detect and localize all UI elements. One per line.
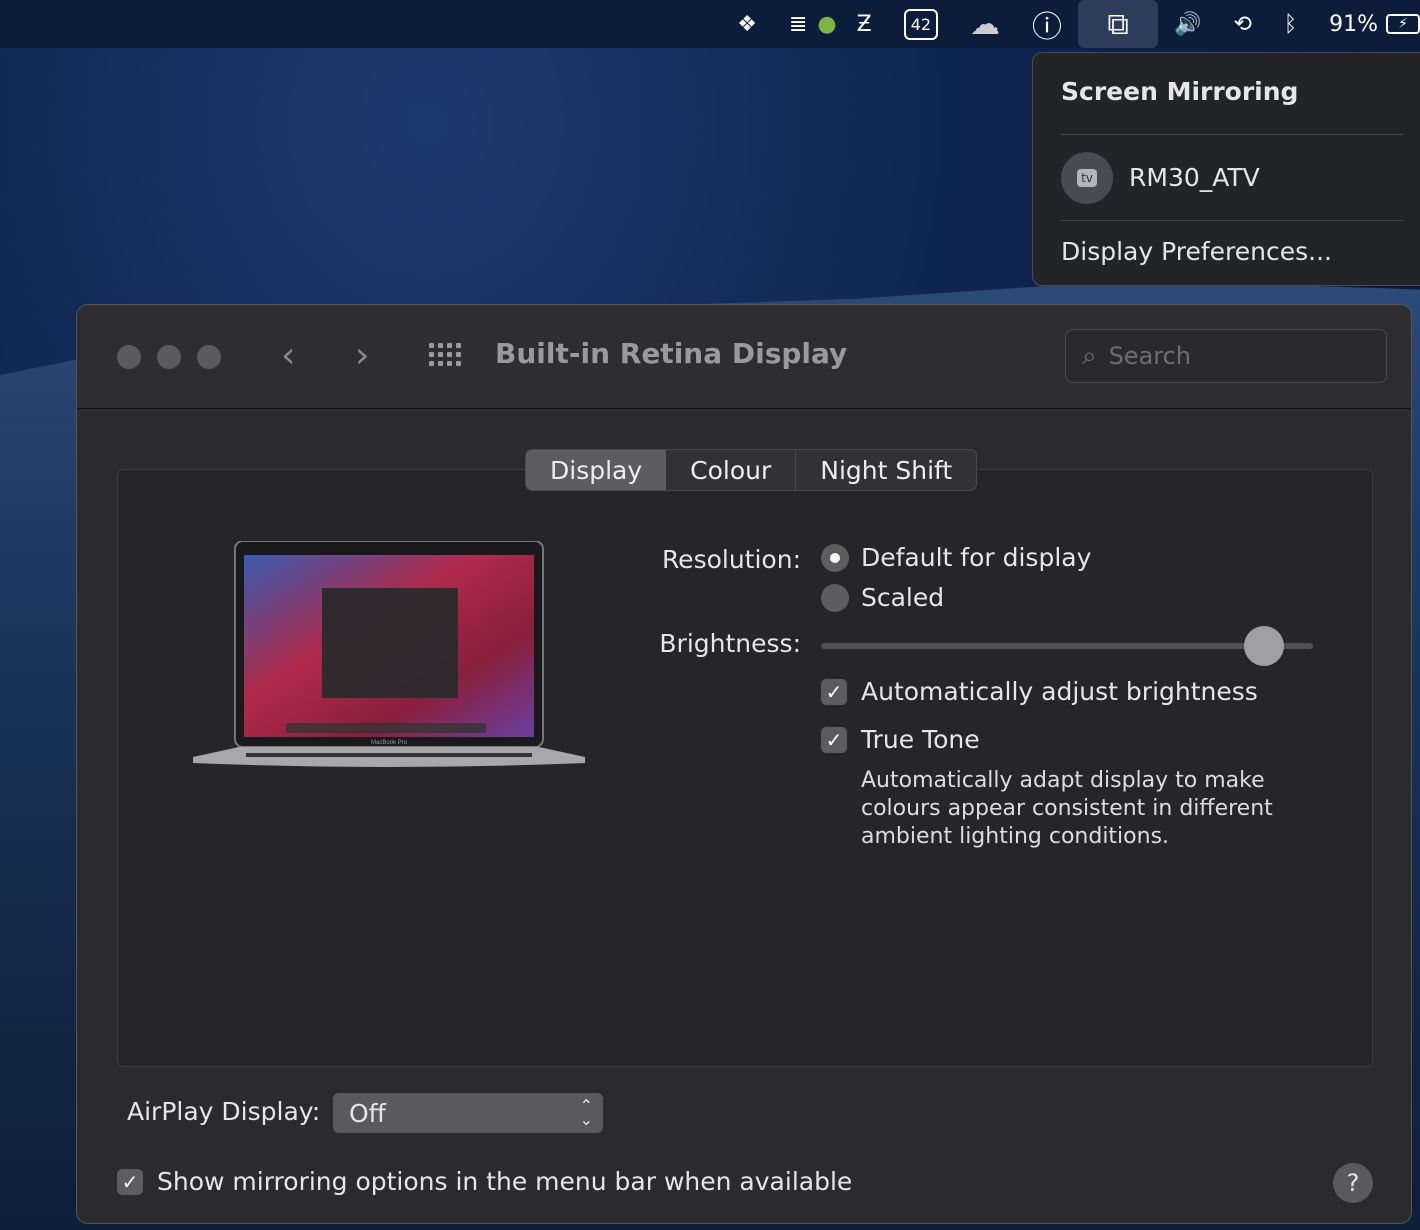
checkbox-label: Automatically adjust brightness (861, 677, 1258, 706)
resolution-label: Resolution: (661, 545, 801, 574)
brightness-slider[interactable] (821, 626, 1313, 666)
laptop-model-label: MacBook Pro (371, 740, 408, 746)
tab-bar: Display Colour Night Shift (525, 449, 978, 491)
airplay-value: Off (349, 1098, 386, 1128)
airplay-label: AirPlay Display: (127, 1097, 321, 1126)
help-button[interactable]: ? (1333, 1163, 1373, 1203)
resolution-scaled-radio[interactable]: Scaled (821, 583, 944, 612)
volume-icon[interactable]: 🔊 (1158, 0, 1217, 48)
screen-mirroring-popover: Screen Mirroring tv RM30_ATV Display Pre… (1032, 52, 1420, 286)
checkmark-icon: ✓ (117, 1168, 143, 1195)
battery-percent: 91% (1329, 11, 1378, 37)
status-green-dot-icon: ● (817, 11, 837, 37)
checkmark-icon: ✓ (821, 678, 847, 705)
tab-display[interactable]: Display (526, 450, 667, 490)
calendar-42-icon[interactable]: 42 (888, 0, 954, 48)
battery-charging-icon: ⚡ (1386, 14, 1420, 34)
tab-colour[interactable]: Colour (666, 450, 797, 490)
popover-title: Screen Mirroring (1061, 53, 1403, 135)
calendar-badge: 42 (903, 8, 939, 40)
search-icon: ⌕ (1082, 340, 1097, 371)
onedrive-cloud-icon[interactable]: ☁ (954, 0, 1016, 48)
show-mirroring-checkbox[interactable]: ✓ Show mirroring options in the menu bar … (117, 1167, 852, 1196)
dropbox-icon[interactable]: ❖ (721, 0, 773, 48)
minimize-button[interactable] (157, 345, 181, 369)
checkbox-label: True Tone (861, 725, 980, 754)
search-field[interactable]: ⌕ (1065, 329, 1387, 383)
resolution-default-radio[interactable]: Default for display (821, 543, 1091, 572)
checkmark-icon: ✓ (821, 726, 847, 753)
bluetooth-icon[interactable]: ᛒ (1268, 0, 1313, 48)
z-app-icon[interactable]: Ƶ (841, 0, 888, 48)
airplay-display-select[interactable]: Off ⌃ ⌄ (333, 1093, 603, 1133)
zoom-button[interactable] (197, 345, 221, 369)
forward-chevron-icon[interactable]: › (355, 335, 369, 376)
updown-chevron-icon: ⌃ ⌄ (579, 1096, 593, 1129)
display-preferences-item[interactable]: Display Preferences... (1061, 221, 1403, 266)
radio-unselected (821, 583, 849, 612)
true-tone-description: Automatically adapt display to make colo… (861, 768, 1273, 849)
brightness-slider-knob[interactable] (1243, 626, 1284, 666)
battery-status[interactable]: 91% ⚡ (1313, 0, 1420, 48)
time-machine-icon[interactable]: ⟲ (1217, 0, 1267, 48)
show-all-grid-icon[interactable] (429, 343, 461, 366)
window-title: Built-in Retina Display (495, 337, 848, 370)
back-chevron-icon[interactable]: ‹ (281, 335, 295, 376)
display-preferences-window: ‹ › Built-in Retina Display ⌕ Display Co… (76, 304, 1412, 1224)
macbook-pro-illustration: MacBook Pro (193, 541, 585, 767)
tab-night-shift[interactable]: Night Shift (796, 450, 976, 490)
title-bar: ‹ › Built-in Retina Display ⌕ (77, 305, 1411, 409)
radio-selected (821, 543, 849, 572)
menu-bar: ❖ ≣ ● Ƶ 42 ☁ ⓘ ⧉ 🔊 ⟲ ᛒ 91% ⚡ (0, 0, 1420, 48)
checkbox-label: Show mirroring options in the menu bar w… (157, 1167, 853, 1196)
radio-label: Scaled (861, 583, 945, 612)
istat-menus-icon[interactable]: ≣ ● (773, 0, 841, 48)
screen-mirroring-icon[interactable]: ⧉ (1078, 0, 1159, 48)
device-rm30-atv[interactable]: tv RM30_ATV (1061, 135, 1403, 221)
radio-label: Default for display (861, 543, 1092, 572)
search-input[interactable] (1108, 342, 1349, 370)
auto-brightness-checkbox[interactable]: ✓ Automatically adjust brightness (821, 677, 1258, 706)
apple-tv-icon: tv (1061, 151, 1113, 204)
1password-icon[interactable]: ⓘ (1016, 0, 1078, 48)
istat-glyph: ≣ (788, 11, 808, 37)
apple-tv-badge: tv (1077, 168, 1097, 187)
device-name: RM30_ATV (1129, 163, 1260, 192)
close-button[interactable] (117, 345, 141, 369)
brightness-label: Brightness: (659, 629, 801, 658)
true-tone-checkbox[interactable]: ✓ True Tone (821, 725, 980, 754)
